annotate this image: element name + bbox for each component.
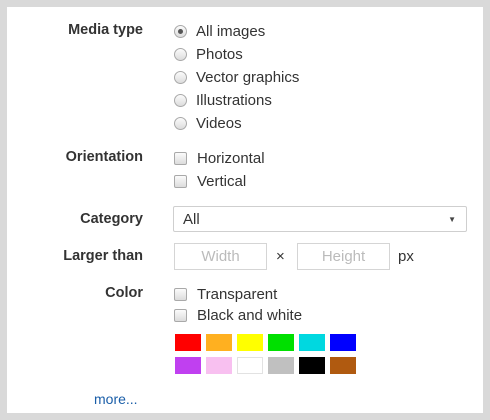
media-option-videos[interactable]: Videos xyxy=(174,113,242,133)
color-swatch[interactable] xyxy=(268,357,294,374)
radio-icon[interactable] xyxy=(174,70,187,84)
color-swatch[interactable] xyxy=(330,357,356,374)
times-sign: × xyxy=(276,248,285,265)
checkbox-icon[interactable] xyxy=(174,287,187,301)
unit-label: px xyxy=(398,248,414,265)
color-swatch[interactable] xyxy=(206,357,232,374)
checkbox-icon[interactable] xyxy=(174,151,187,165)
media-option-all-images[interactable]: All images xyxy=(174,21,265,41)
chevron-down-icon: ▼ xyxy=(448,215,456,224)
color-swatch[interactable] xyxy=(175,357,201,374)
color-swatch[interactable] xyxy=(237,334,263,351)
category-label: Category xyxy=(80,211,143,227)
checkbox-icon[interactable] xyxy=(174,174,187,188)
larger-than-label: Larger than xyxy=(63,248,143,264)
option-label: Horizontal xyxy=(197,149,265,167)
option-label: Videos xyxy=(196,114,242,132)
orientation-option-vertical[interactable]: Vertical xyxy=(174,171,246,191)
option-label: Black and white xyxy=(197,306,303,324)
radio-icon[interactable] xyxy=(174,24,187,38)
search-filter-panel: Media type All images Photos Vector grap… xyxy=(7,7,483,413)
option-label: Vector graphics xyxy=(196,68,300,86)
option-label: Transparent xyxy=(197,285,278,303)
category-value: All xyxy=(183,210,200,228)
color-swatch[interactable] xyxy=(299,357,325,374)
orientation-option-horizontal[interactable]: Horizontal xyxy=(174,148,265,168)
checkbox-icon[interactable] xyxy=(174,308,187,322)
radio-icon[interactable] xyxy=(174,47,187,61)
color-swatch[interactable] xyxy=(237,357,263,374)
media-option-vector-graphics[interactable]: Vector graphics xyxy=(174,67,299,87)
category-select[interactable]: All ▼ xyxy=(173,206,467,232)
color-swatch[interactable] xyxy=(330,334,356,351)
color-swatch[interactable] xyxy=(175,334,201,351)
color-swatch[interactable] xyxy=(206,334,232,351)
option-label: Illustrations xyxy=(196,91,272,109)
media-type-label: Media type xyxy=(68,22,143,38)
more-link[interactable]: more... xyxy=(94,391,138,407)
media-option-illustrations[interactable]: Illustrations xyxy=(174,90,272,110)
color-swatch[interactable] xyxy=(299,334,325,351)
option-label: Photos xyxy=(196,45,243,63)
color-option-transparent[interactable]: Transparent xyxy=(174,284,277,304)
radio-icon[interactable] xyxy=(174,116,187,130)
color-swatch[interactable] xyxy=(268,334,294,351)
height-input[interactable] xyxy=(297,243,390,270)
width-input[interactable] xyxy=(174,243,267,270)
option-label: All images xyxy=(196,22,266,40)
option-label: Vertical xyxy=(197,172,247,190)
radio-icon[interactable] xyxy=(174,93,187,107)
media-option-photos[interactable]: Photos xyxy=(174,44,243,64)
orientation-label: Orientation xyxy=(65,149,143,165)
color-option-black-and-white[interactable]: Black and white xyxy=(174,305,302,325)
color-label: Color xyxy=(105,285,143,301)
